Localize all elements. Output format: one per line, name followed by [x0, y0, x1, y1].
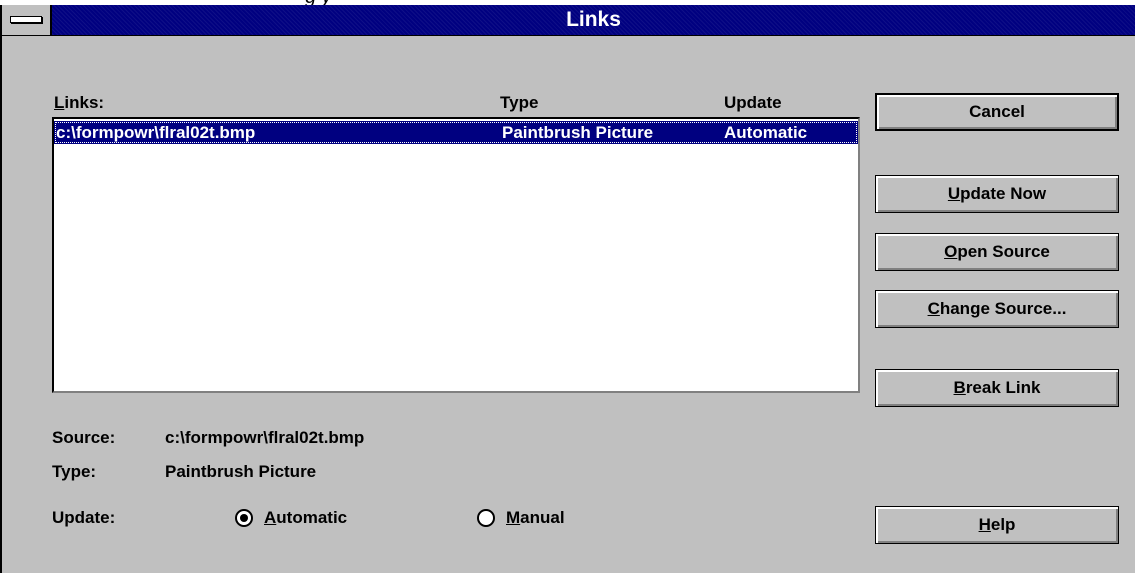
type-column-header: Type [500, 93, 539, 112]
update-now-button[interactable]: Update Now [875, 175, 1119, 213]
list-item[interactable]: c:\formpowr\flral02t.bmp Paintbrush Pict… [54, 121, 858, 144]
source-label: Source: [52, 428, 116, 447]
automatic-radio[interactable] [235, 509, 253, 527]
system-menu-icon [10, 16, 42, 23]
update-label: Update: [52, 508, 116, 527]
links-list-label: Links: [54, 93, 105, 112]
link-source-cell: c:\formpowr\flral02t.bmp [56, 123, 256, 142]
help-button[interactable]: Help [875, 506, 1119, 544]
update-column-header: Update [724, 93, 782, 112]
manual-radio[interactable] [477, 509, 495, 527]
link-type-cell: Paintbrush Picture [502, 123, 654, 142]
links-dialog: Links Links: Type Update c:\formpowr\flr… [0, 5, 1135, 573]
window-title: Links [566, 8, 621, 31]
system-menu-button[interactable] [2, 5, 52, 35]
cancel-button[interactable]: Cancel [875, 93, 1119, 131]
radio-selected-dot [240, 514, 248, 522]
break-link-button[interactable]: Break Link [875, 369, 1119, 407]
source-value: c:\formpowr\flral02t.bmp [165, 428, 365, 447]
link-update-cell: Automatic [724, 123, 808, 142]
automatic-radio-label: Automatic [264, 508, 348, 527]
manual-radio-label: Manual [506, 508, 565, 527]
links-listbox[interactable]: c:\formpowr\flral02t.bmp Paintbrush Pict… [52, 117, 860, 393]
type-value: Paintbrush Picture [165, 462, 317, 481]
change-source-button[interactable]: Change Source... [875, 290, 1119, 328]
type-label: Type: [52, 462, 97, 481]
open-source-button[interactable]: Open Source [875, 233, 1119, 271]
title-bar: Links [2, 5, 1135, 36]
